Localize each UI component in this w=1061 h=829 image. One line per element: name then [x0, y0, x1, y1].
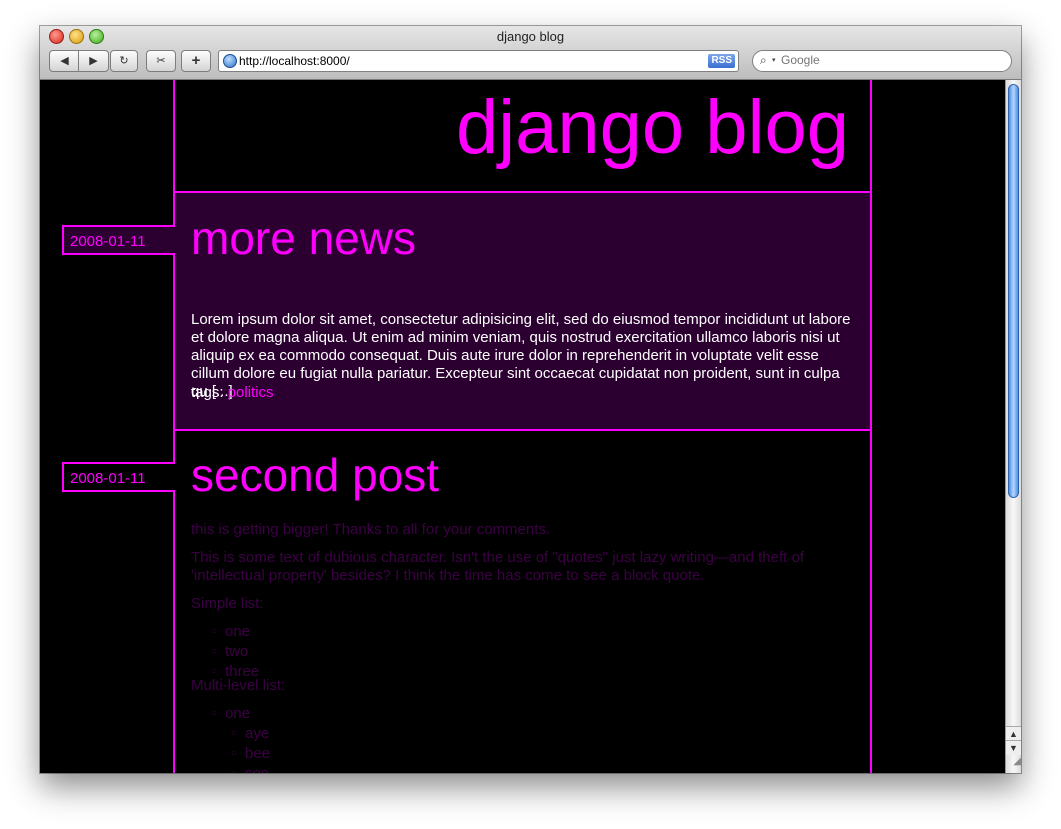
scroll-up-icon[interactable]: ▲	[1006, 726, 1021, 741]
list-item: see	[231, 765, 270, 773]
webclip-icon: ✂	[156, 55, 166, 67]
nested-list: aye bee see	[231, 725, 270, 773]
back-button[interactable]: ◀	[49, 50, 80, 72]
list-item: two	[211, 643, 259, 663]
reload-button[interactable]: ↻	[110, 50, 138, 72]
simple-list: one two three	[211, 623, 259, 683]
list-item: one	[211, 623, 259, 643]
multi-level-list: one aye bee see	[211, 705, 270, 773]
post-divider	[173, 429, 872, 431]
post-paragraph: Multi-level list:	[191, 677, 286, 694]
list-item: aye	[231, 725, 270, 745]
address-bar[interactable]: http://localhost:8000/ RSS	[218, 50, 739, 72]
add-bookmark-button[interactable]: +	[181, 50, 211, 72]
browser-window: django blog ◀ ▶ ↻ ✂ + http://localhost:8…	[40, 26, 1021, 773]
vertical-scrollbar[interactable]: ▲ ▼ ◢	[1005, 80, 1021, 773]
page-viewport: django blog 2008-01-11 more news Lorem i…	[40, 80, 1005, 773]
url-text[interactable]: http://localhost:8000/	[239, 54, 350, 68]
search-icon[interactable]: ⌕	[760, 53, 767, 68]
search-bar[interactable]: ⌕ ▾	[752, 50, 1012, 72]
post-paragraph: This is some text of dubious character. …	[191, 549, 804, 584]
globe-icon	[223, 54, 237, 68]
post-date: 2008-01-11	[62, 225, 175, 255]
forward-arrow-icon: ▶	[89, 55, 98, 67]
scroll-down-icon[interactable]: ▼	[1006, 740, 1021, 755]
post-tags: tags: politics	[191, 384, 274, 401]
chevron-down-icon[interactable]: ▾	[772, 56, 776, 64]
resize-grip-icon[interactable]: ◢	[1006, 756, 1021, 773]
back-arrow-icon: ◀	[60, 55, 69, 67]
right-border-line	[870, 80, 872, 773]
tag-link-politics[interactable]: politics	[228, 384, 274, 401]
post-title[interactable]: second post	[191, 447, 439, 503]
post-title[interactable]: more news	[191, 210, 416, 266]
list-item: bee	[231, 745, 270, 765]
window-title: django blog	[496, 29, 565, 44]
forward-button[interactable]: ▶	[78, 50, 109, 72]
plus-icon: +	[191, 52, 201, 69]
post-excerpt: Lorem ipsum dolor sit amet, consectetur …	[191, 311, 851, 400]
post-paragraph: this is getting bigger! Thanks to all fo…	[191, 521, 551, 538]
reload-icon: ↻	[119, 55, 129, 67]
list-item: one	[211, 705, 270, 725]
scroll-thumb[interactable]	[1008, 84, 1019, 498]
post-paragraph: Simple list:	[191, 595, 264, 612]
browser-toolbar: django blog ◀ ▶ ↻ ✂ + http://localhost:8…	[40, 26, 1021, 80]
tags-label: tags:	[191, 384, 224, 401]
webclip-button[interactable]: ✂	[146, 50, 176, 72]
site-title[interactable]: django blog	[456, 82, 849, 174]
search-input[interactable]	[781, 53, 1003, 67]
post-date: 2008-01-11	[62, 462, 175, 492]
rss-button[interactable]: RSS	[708, 54, 735, 68]
